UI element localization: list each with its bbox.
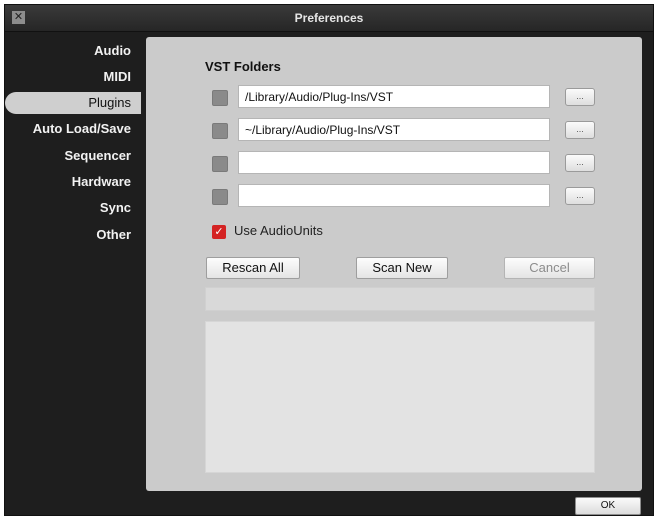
scan-new-button[interactable]: Scan New	[356, 257, 448, 279]
preferences-window: ✕ Preferences Audio MIDI Plugins Auto Lo…	[4, 4, 654, 516]
sidebar-item-hardware[interactable]: Hardware	[5, 171, 141, 193]
window-title: Preferences	[294, 11, 364, 25]
vst-folder-checkbox[interactable]	[212, 123, 228, 139]
vst-folder-checkbox[interactable]	[212, 156, 228, 172]
sidebar-item-sequencer[interactable]: Sequencer	[5, 145, 141, 167]
sidebar-item-auto-load-save[interactable]: Auto Load/Save	[5, 118, 141, 140]
checkmark-icon: ✓	[214, 226, 224, 238]
sidebar-item-other[interactable]: Other	[5, 224, 141, 246]
vst-folder-path-input[interactable]	[238, 184, 550, 207]
scan-progress-bar	[205, 287, 595, 311]
vst-folder-path-input[interactable]	[238, 118, 550, 141]
vst-folder-row: ...	[146, 184, 642, 208]
sidebar-item-sync[interactable]: Sync	[5, 197, 141, 219]
use-audiounits-label[interactable]: Use AudioUnits	[234, 223, 323, 238]
vst-folder-row: ...	[146, 118, 642, 142]
rescan-all-button[interactable]: Rescan All	[206, 257, 300, 279]
vst-folder-row: ...	[146, 85, 642, 109]
vst-folders-heading: VST Folders	[205, 59, 281, 74]
preferences-sidebar: Audio MIDI Plugins Auto Load/Save Sequen…	[5, 31, 145, 471]
browse-button[interactable]: ...	[565, 154, 595, 172]
scan-log-area	[205, 321, 595, 473]
ok-button[interactable]: OK	[575, 497, 641, 515]
vst-folder-path-input[interactable]	[238, 151, 550, 174]
title-bar: ✕ Preferences	[5, 5, 653, 32]
cancel-button: Cancel	[504, 257, 595, 279]
vst-folder-checkbox[interactable]	[212, 189, 228, 205]
vst-folder-row: ...	[146, 151, 642, 175]
use-audiounits-checkbox[interactable]: ✓	[212, 225, 226, 239]
sidebar-item-audio[interactable]: Audio	[5, 40, 141, 62]
plugins-panel: VST Folders ... ... ... ... ✓ Use AudioU…	[146, 37, 642, 491]
sidebar-item-plugins[interactable]: Plugins	[5, 92, 141, 114]
browse-button[interactable]: ...	[565, 121, 595, 139]
vst-folder-path-input[interactable]	[238, 85, 550, 108]
browse-button[interactable]: ...	[565, 88, 595, 106]
vst-folder-checkbox[interactable]	[212, 90, 228, 106]
sidebar-item-midi[interactable]: MIDI	[5, 66, 141, 88]
browse-button[interactable]: ...	[565, 187, 595, 205]
